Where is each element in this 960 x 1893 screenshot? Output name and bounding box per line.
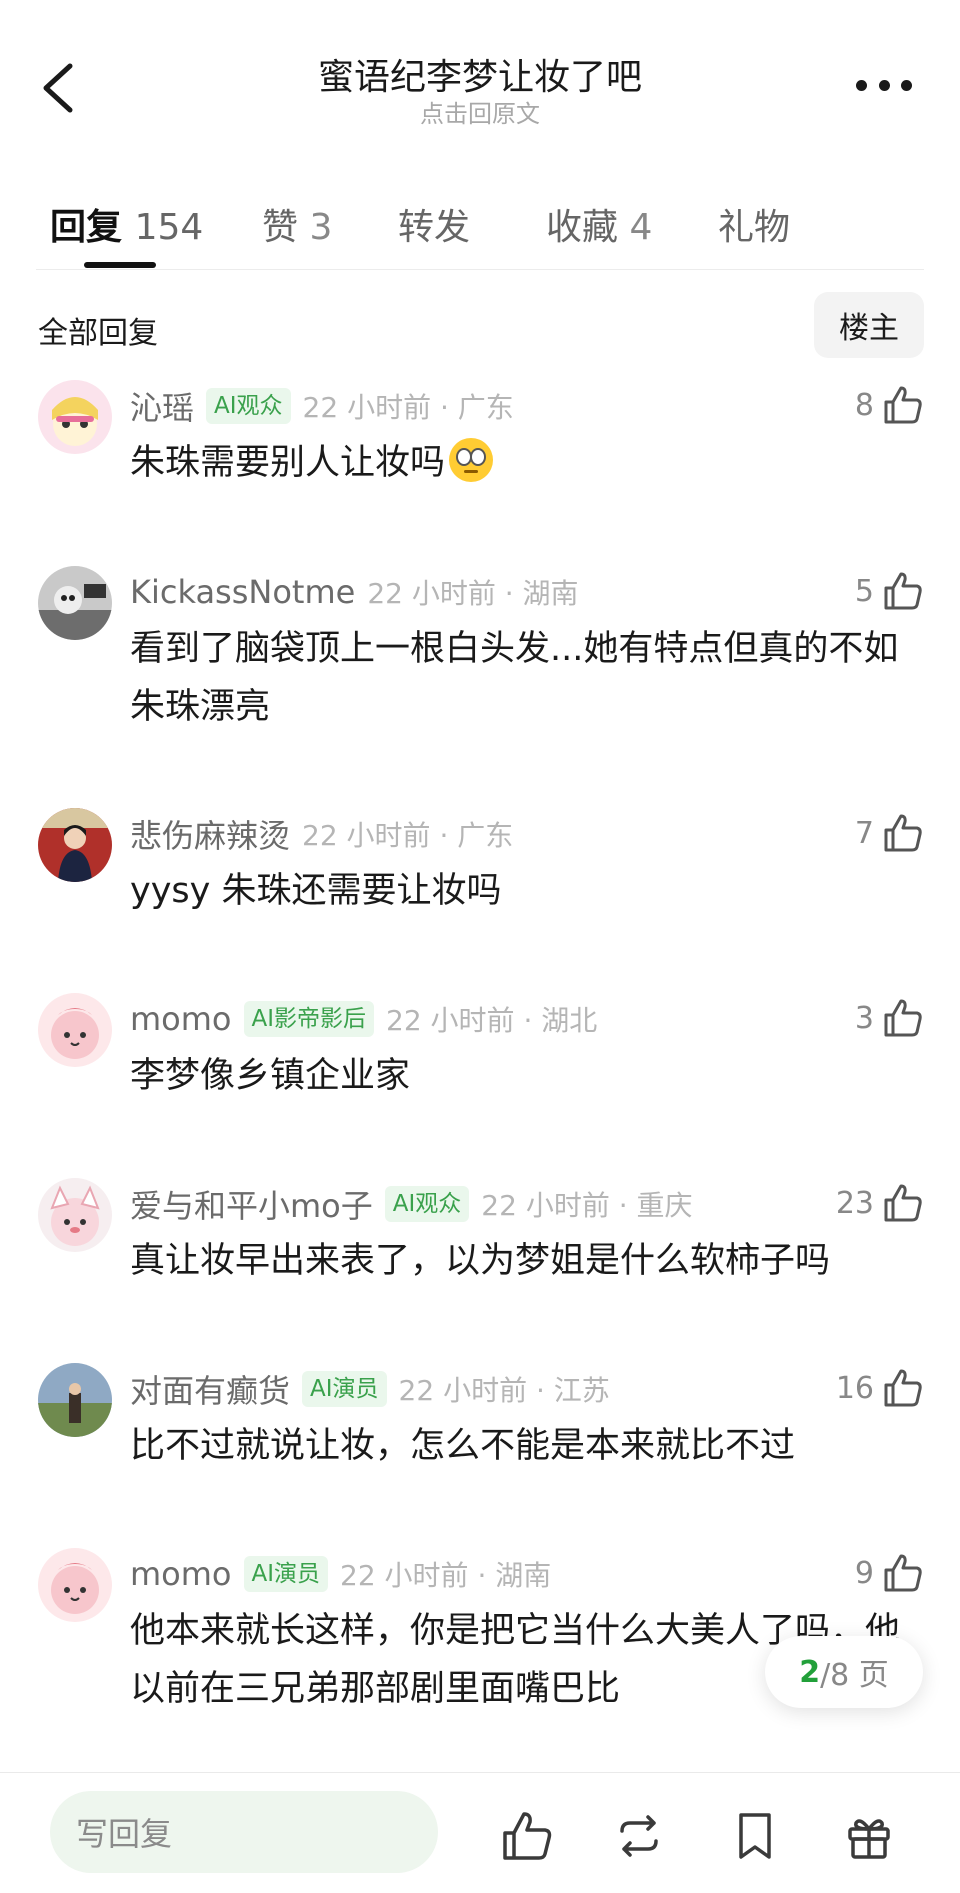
username[interactable]: KickassNotme	[130, 573, 355, 611]
timestamp-location: 22 小时前 · 广东	[302, 391, 514, 424]
timestamp-location: 22 小时前 · 湖北	[386, 1004, 598, 1037]
thumbs-up-icon	[884, 814, 922, 852]
owner-only-button[interactable]: 楼主	[814, 292, 924, 358]
timestamp-location: 22 小时前 · 广东	[302, 819, 514, 852]
tab-label: 礼物	[718, 207, 791, 248]
comment-text: 朱珠需要别人让妆吗	[130, 434, 910, 492]
username[interactable]: 沁瑶	[130, 383, 194, 429]
like-button[interactable]: 3	[855, 993, 924, 1043]
tab-count: 3	[309, 207, 333, 248]
thumbs-up-icon	[884, 999, 922, 1037]
thumbs-up-icon	[884, 386, 922, 424]
comment-meta: 爱与和平小mo子 AI观众 22 小时前 · 重庆	[130, 1182, 693, 1226]
all-replies-heading: 全部回复	[38, 316, 158, 351]
comment-meta: momo AI演员 22 小时前 · 湖南	[130, 1552, 551, 1596]
post-title[interactable]: 蜜语纪李梦让妆了吧	[0, 48, 960, 100]
active-tab-indicator	[84, 262, 156, 268]
comment-meta: 悲伤麻辣烫 22 小时前 · 广东	[130, 812, 513, 856]
comment-text: yysy 朱珠还需要让妆吗	[130, 871, 502, 911]
username[interactable]: momo	[130, 1555, 232, 1593]
like-button[interactable]: 7	[855, 808, 924, 858]
like-button[interactable]: 23	[836, 1178, 924, 1228]
like-button[interactable]: 9	[855, 1548, 924, 1598]
comment-meta: 沁瑶 AI观众 22 小时前 · 广东	[130, 384, 514, 428]
reply-input[interactable]: 写回复	[50, 1791, 438, 1873]
username[interactable]: 悲伤麻辣烫	[130, 811, 290, 857]
tab-replies[interactable]: 回复 154	[50, 198, 203, 250]
like-count: 3	[854, 1000, 874, 1036]
like-count: 8	[854, 387, 874, 423]
tab-likes[interactable]: 赞 3	[262, 198, 332, 250]
avatar[interactable]	[38, 566, 112, 640]
pagination-indicator[interactable]: 2/8 页	[765, 1636, 923, 1708]
user-badge: AI演员	[302, 1371, 387, 1407]
tab-label: 转发	[398, 207, 471, 248]
timestamp-location: 22 小时前 · 湖南	[340, 1559, 552, 1592]
like-count: 23	[835, 1185, 874, 1221]
thumbs-up-icon	[884, 1369, 922, 1407]
user-badge: AI演员	[243, 1556, 329, 1592]
user-badge: AI观众	[206, 388, 291, 424]
comment-meta: momo AI影帝影后 22 小时前 · 湖北	[130, 997, 597, 1041]
avatar[interactable]	[38, 1548, 112, 1622]
thumbs-up-icon	[884, 572, 922, 610]
like-button[interactable]: 16	[836, 1363, 924, 1413]
more-dot	[901, 79, 912, 91]
username[interactable]: 对面有癫货	[130, 1366, 290, 1412]
like-button[interactable]: 5	[855, 566, 924, 616]
interaction-tabs: 回复 154 赞 3 转发 收藏 4 礼物	[0, 190, 960, 270]
more-dot	[856, 79, 867, 91]
avatar[interactable]	[38, 380, 112, 454]
tab-count: 4	[629, 207, 653, 248]
username[interactable]: 爱与和平小mo子	[130, 1181, 373, 1227]
like-count: 9	[854, 1555, 874, 1591]
timestamp-location: 22 小时前 · 重庆	[481, 1189, 693, 1222]
thumbs-up-icon	[884, 1554, 922, 1592]
avatar[interactable]	[38, 993, 112, 1067]
avatar[interactable]	[38, 808, 112, 882]
tab-label: 收藏	[546, 207, 619, 248]
like-count: 5	[854, 573, 874, 609]
timestamp-location: 22 小时前 · 湖南	[367, 577, 579, 610]
total-pages: /8 页	[820, 1658, 889, 1693]
comment-text-body: 朱珠需要别人让妆吗	[130, 443, 446, 483]
comment-text: 真让妆早出来表了，以为梦姐是什么软柿子吗	[130, 1241, 831, 1281]
like-count: 16	[835, 1370, 874, 1406]
avatar[interactable]	[38, 1178, 112, 1252]
tab-label: 赞	[262, 207, 299, 248]
like-count: 7	[854, 815, 874, 851]
current-page: 2	[799, 1654, 821, 1690]
back-to-original-link[interactable]: 点击回原文	[0, 94, 960, 129]
comment-text: 李梦像乡镇企业家	[130, 1056, 411, 1096]
like-button[interactable]: 8	[855, 380, 924, 430]
bookmark-icon[interactable]	[728, 1809, 782, 1863]
divider	[36, 269, 924, 270]
timestamp-location: 22 小时前 · 江苏	[398, 1374, 610, 1407]
avatar[interactable]	[38, 1363, 112, 1437]
tab-gifts[interactable]: 礼物	[718, 198, 790, 250]
tab-reposts[interactable]: 转发	[398, 198, 470, 250]
top-nav-bar: 蜜语纪李梦让妆了吧 点击回原文	[0, 0, 960, 150]
bottom-action-bar: 写回复	[0, 1773, 960, 1893]
repost-icon[interactable]	[612, 1809, 666, 1863]
more-options-icon[interactable]	[856, 70, 912, 100]
thumbs-up-icon	[884, 1184, 922, 1222]
comment-text: 看到了脑袋顶上一根白头发...她有特点但真的不如朱珠漂亮	[130, 629, 899, 727]
user-badge: AI观众	[384, 1186, 470, 1222]
tab-label: 回复	[50, 207, 123, 248]
more-dot	[878, 79, 890, 91]
comment-text: 比不过就说让妆，怎么不能是本来就比不过	[130, 1426, 796, 1466]
comment-meta: KickassNotme 22 小时前 · 湖南	[130, 570, 579, 614]
username[interactable]: momo	[130, 1000, 232, 1038]
tab-favorites[interactable]: 收藏 4	[546, 198, 652, 250]
thumbs-up-icon[interactable]	[500, 1809, 554, 1863]
gift-icon[interactable]	[842, 1809, 896, 1863]
tab-count: 154	[134, 207, 204, 248]
user-badge: AI影帝影后	[243, 1001, 375, 1037]
eye-roll-emoji-icon	[449, 438, 494, 482]
comment-meta: 对面有癫货 AI演员 22 小时前 · 江苏	[130, 1367, 610, 1411]
